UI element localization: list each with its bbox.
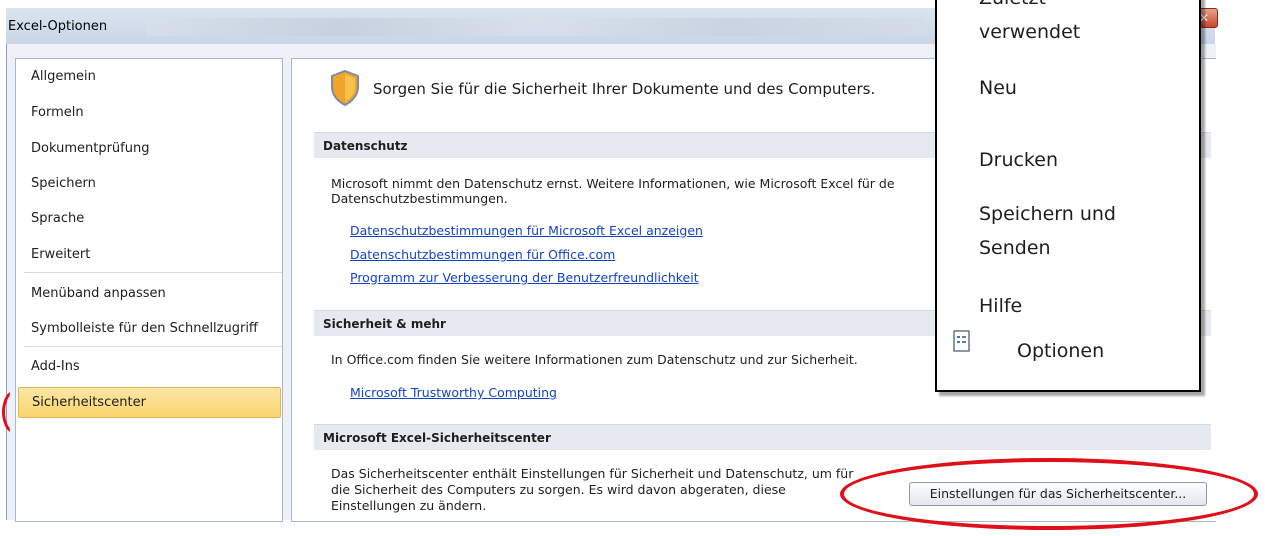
link-verbesserungsprogramm[interactable]: Programm zur Verbesserung der Benutzerfr…	[350, 270, 699, 285]
link-datenschutz-officecom[interactable]: Datenschutzbestimmungen für Office.com	[350, 247, 615, 262]
page-headline: Sorgen Sie für die Sicherheit Ihrer Doku…	[373, 80, 876, 98]
window-title: Excel-Optionen	[8, 19, 108, 34]
menu-item-verwendet[interactable]: verwendet	[979, 16, 1080, 48]
menu-item-hilfe[interactable]: Hilfe	[979, 290, 1022, 322]
menu-item-zuletzt[interactable]: Zuletzt	[979, 0, 1046, 14]
nav-item-schnellzugriff[interactable]: Symbolleiste für den Schnellzugriff	[18, 315, 277, 343]
options-document-icon	[953, 330, 970, 352]
nav-item-sicherheitscenter[interactable]: Sicherheitscenter	[18, 387, 281, 418]
link-trustworthy-computing[interactable]: Microsoft Trustworthy Computing	[350, 385, 557, 400]
nav-item-addins[interactable]: Add-Ins	[18, 353, 277, 381]
nav-item-speichern[interactable]: Speichern	[18, 170, 277, 198]
nav-item-erweitert[interactable]: Erweitert	[18, 241, 277, 269]
menu-item-drucken[interactable]: Drucken	[979, 144, 1058, 176]
section-header-sicherheitscenter: Microsoft Excel-Sicherheitscenter	[314, 424, 1211, 450]
nav-divider	[24, 272, 282, 273]
nav-item-formeln[interactable]: Formeln	[18, 99, 277, 127]
nav-item-allgemein[interactable]: Allgemein	[18, 63, 277, 91]
file-menu-overlay: Zuletzt verwendet Neu Drucken Speichern …	[935, 0, 1201, 392]
red-highlight-oval	[840, 458, 1258, 530]
menu-item-optionen[interactable]: Optionen	[1017, 335, 1104, 367]
blurred-ribbon-area	[146, 18, 926, 36]
nav-item-menueband[interactable]: Menüband anpassen	[18, 280, 277, 308]
menu-item-senden[interactable]: Senden	[979, 232, 1051, 264]
nav-divider	[24, 346, 282, 347]
nav-item-dokumentpruefung[interactable]: Dokumentprüfung	[18, 135, 277, 163]
nav-item-sprache[interactable]: Sprache	[18, 205, 277, 233]
menu-item-speichern-und[interactable]: Speichern und	[979, 198, 1116, 230]
shield-icon	[331, 69, 359, 107]
menu-item-neu[interactable]: Neu	[979, 72, 1017, 104]
link-datenschutz-excel[interactable]: Datenschutzbestimmungen für Microsoft Ex…	[350, 223, 703, 238]
